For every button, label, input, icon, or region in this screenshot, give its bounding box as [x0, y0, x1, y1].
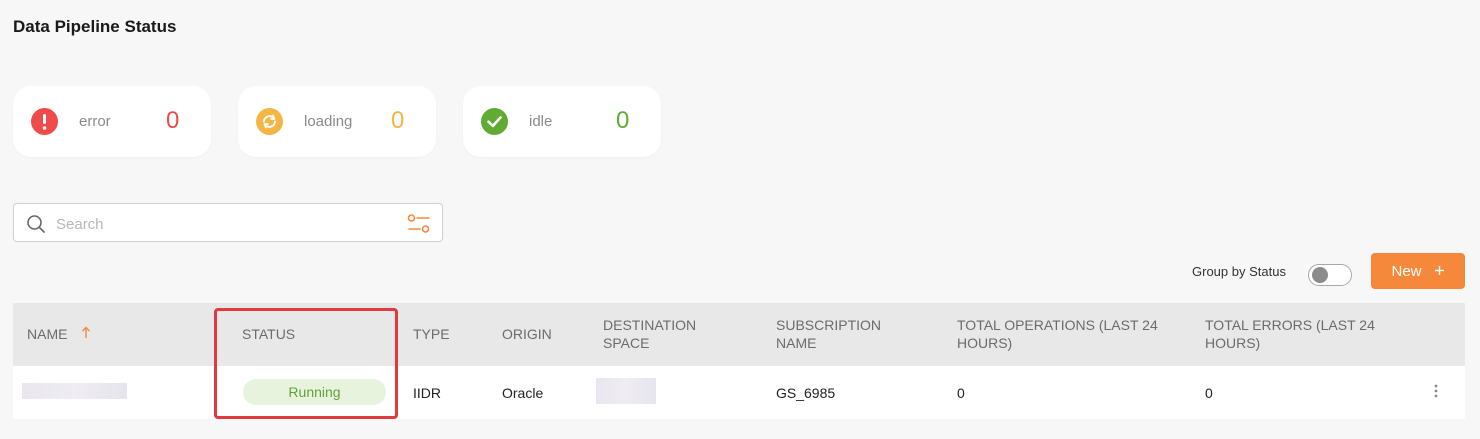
sort-ascending-icon: [81, 325, 91, 343]
stat-card-idle: idle 0: [463, 86, 661, 157]
status-badge: Running: [243, 379, 386, 405]
search-icon: [26, 214, 46, 239]
column-header-line: SPACE: [603, 335, 650, 351]
stat-count: 0: [166, 107, 180, 134]
column-header-subscription-name[interactable]: SUBSCRIPTION NAME: [776, 316, 881, 352]
column-header-line: NAME: [776, 335, 817, 351]
column-header-name-label: NAME: [27, 326, 68, 342]
column-header-name[interactable]: NAME: [27, 325, 91, 343]
column-header-total-operations[interactable]: TOTAL OPERATIONS (LAST 24 HOURS): [957, 316, 1158, 352]
new-button-label: New: [1391, 262, 1422, 280]
group-by-status-toggle[interactable]: [1308, 264, 1352, 286]
column-header-type[interactable]: TYPE: [413, 325, 450, 343]
new-button[interactable]: New: [1371, 253, 1465, 289]
refresh-icon: [256, 108, 283, 135]
stat-label: error: [79, 113, 111, 130]
stat-label: loading: [304, 113, 353, 130]
check-icon: [481, 108, 508, 135]
table-header: NAME STATUS TYPE ORIGIN DESTINATION SPAC…: [13, 303, 1465, 366]
stat-label: idle: [529, 113, 553, 130]
column-header-line: TOTAL ERRORS (LAST 24: [1205, 317, 1375, 333]
column-header-line: DESTINATION: [603, 317, 697, 333]
cell-origin: Oracle: [502, 385, 544, 401]
pipelines-table: NAME STATUS TYPE ORIGIN DESTINATION SPAC…: [13, 303, 1465, 419]
column-header-origin[interactable]: ORIGIN: [502, 325, 552, 343]
stat-count: 0: [616, 107, 630, 134]
column-header-line: HOURS): [957, 335, 1013, 351]
redacted-destination: [596, 378, 656, 404]
toggle-knob: [1312, 267, 1328, 283]
filter-icon[interactable]: [407, 213, 431, 240]
stat-card-loading: loading 0: [238, 86, 436, 157]
column-header-destination-space[interactable]: DESTINATION SPACE: [603, 316, 696, 352]
column-header-total-errors[interactable]: TOTAL ERRORS (LAST 24 HOURS): [1205, 316, 1375, 352]
column-header-line: TOTAL OPERATIONS (LAST 24: [957, 317, 1158, 333]
stat-card-error: error 0: [13, 86, 211, 157]
page-title: Data Pipeline Status: [13, 17, 177, 36]
column-header-line: SUBSCRIPTION: [776, 317, 882, 333]
redacted-name: [22, 383, 127, 399]
more-options-icon[interactable]: [1431, 383, 1441, 401]
cell-type: IIDR: [413, 385, 441, 401]
cell-total-errors: 0: [1205, 385, 1213, 401]
search-input[interactable]: [54, 210, 398, 238]
column-header-line: HOURS): [1205, 335, 1261, 351]
group-by-status-label: Group by Status: [1192, 264, 1286, 279]
exclamation-icon: [31, 108, 58, 135]
cell-total-operations: 0: [957, 385, 965, 401]
search-box[interactable]: [13, 203, 443, 242]
stat-count: 0: [391, 107, 405, 134]
plus-icon: [1434, 263, 1445, 280]
cell-subscription: GS_6985: [776, 385, 836, 401]
column-header-status[interactable]: STATUS: [242, 325, 295, 343]
